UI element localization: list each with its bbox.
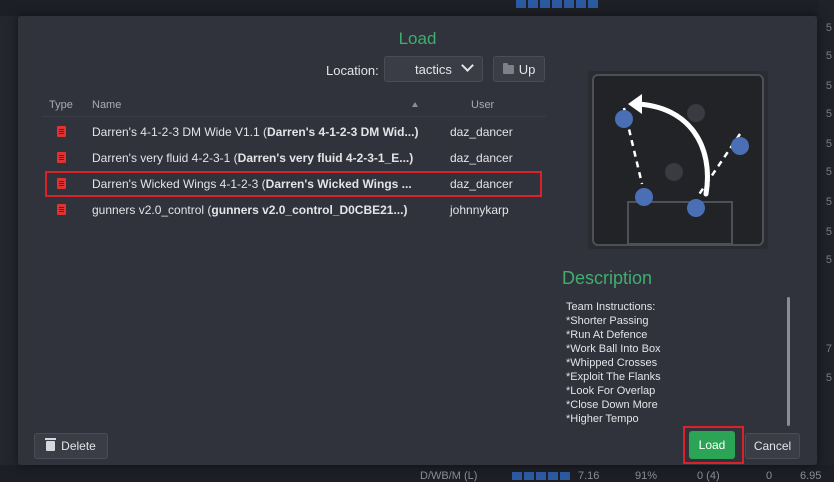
chevron-down-icon <box>461 59 474 72</box>
location-value: tactics <box>415 61 452 77</box>
background-number: 5 <box>825 138 832 150</box>
description-title: Description <box>562 268 653 288</box>
description-scrollbar[interactable] <box>787 297 790 426</box>
row-name: Darren's 4-1-2-3 DM Wide V1.1 (Darren's … <box>92 125 419 139</box>
tactic-file-icon <box>57 152 66 163</box>
location-dropdown[interactable]: tactics <box>384 56 483 82</box>
background-right-column: 5 5 5 5 5 5 5 5 5 7 5 <box>818 0 834 482</box>
load-tactic-dialog: Load Location: tactics Up Type Name User… <box>18 16 817 465</box>
background-number: 5 <box>825 254 832 266</box>
column-header-name[interactable]: Name <box>92 99 121 111</box>
description-line: *Higher Tempo <box>566 413 639 425</box>
background-number: 5 <box>825 50 832 62</box>
background-stat-text: 0 <box>766 470 773 482</box>
tactic-file-icon <box>57 126 66 137</box>
table-row[interactable]: Darren's 4-1-2-3 DM Wide V1.1 (Darren's … <box>42 118 546 144</box>
description-line: *Shorter Passing <box>566 315 649 327</box>
sort-ascending-icon <box>412 102 418 107</box>
header-divider <box>42 116 546 117</box>
selected-row-highlight <box>45 171 542 197</box>
table-row[interactable]: gunners v2.0_control (gunners v2.0_contr… <box>42 196 546 222</box>
arrow-head <box>628 94 642 114</box>
row-user: daz_dancer <box>450 125 513 139</box>
background-bottom-row: D/WB/M (L) 7.16 91% 0 (4) 0 6.95 <box>0 465 834 482</box>
player-dot <box>635 188 653 206</box>
player-dot <box>731 137 749 155</box>
player-dot <box>665 163 683 181</box>
tactic-file-icon <box>57 204 66 215</box>
trash-icon <box>45 438 57 451</box>
delete-button[interactable]: Delete <box>34 433 108 459</box>
background-number: 7 <box>825 343 832 355</box>
file-table-header: Type Name User <box>42 94 546 116</box>
column-header-type[interactable]: Type <box>49 99 73 111</box>
player-dot <box>687 104 705 122</box>
background-rating-blocks <box>516 0 598 8</box>
player-dot <box>615 110 633 128</box>
background-number: 5 <box>825 80 832 92</box>
location-label: Location: <box>326 63 379 78</box>
tactics-pitch-icon <box>592 74 764 246</box>
up-button[interactable]: Up <box>493 56 545 82</box>
description-text: Team Instructions: *Shorter Passing *Run… <box>566 300 786 428</box>
pitch-diagram <box>615 94 749 245</box>
background-stat-text: 6.95 <box>800 470 822 482</box>
background-number: 5 <box>825 22 832 34</box>
background-number: 5 <box>825 372 832 384</box>
description-line: *Look For Overlap <box>566 385 656 397</box>
penalty-box <box>627 201 733 245</box>
description-line: Team Instructions: <box>566 301 656 313</box>
cancel-button[interactable]: Cancel <box>745 433 800 459</box>
description-line: *Whipped Crosses <box>566 357 658 369</box>
background-stat-text: 0 (4) <box>697 470 720 482</box>
background-top-bar <box>0 0 834 16</box>
table-row[interactable]: Darren's very fluid 4-2-3-1 (Darren's ve… <box>42 144 546 170</box>
background-number: 5 <box>825 226 832 238</box>
background-number: 5 <box>825 108 832 120</box>
folder-up-icon <box>502 62 514 74</box>
description-line: *Close Down More <box>566 399 658 411</box>
dialog-title: Load <box>398 29 437 48</box>
up-label: Up <box>518 61 536 77</box>
row-name: Darren's very fluid 4-2-3-1 (Darren's ve… <box>92 151 414 165</box>
row-name: gunners v2.0_control (gunners v2.0_contr… <box>92 203 408 217</box>
delete-label: Delete <box>61 439 96 453</box>
description-line: *Exploit The Flanks <box>566 371 661 383</box>
background-rating-blocks <box>512 472 570 480</box>
background-number: 5 <box>825 166 832 178</box>
background-percent-text: 91% <box>635 470 658 482</box>
row-user: johnnykarp <box>450 203 509 217</box>
description-line: *Run At Defence <box>566 329 648 341</box>
background-number: 5 <box>825 196 832 208</box>
description-line: *Work Ball Into Box <box>566 343 661 355</box>
column-header-user[interactable]: User <box>471 99 494 111</box>
background-rating-text: 7.16 <box>578 470 600 482</box>
row-user: daz_dancer <box>450 151 513 165</box>
load-button[interactable]: Load <box>689 431 735 459</box>
player-dot <box>687 199 705 217</box>
background-position-text: D/WB/M (L) <box>420 470 478 482</box>
